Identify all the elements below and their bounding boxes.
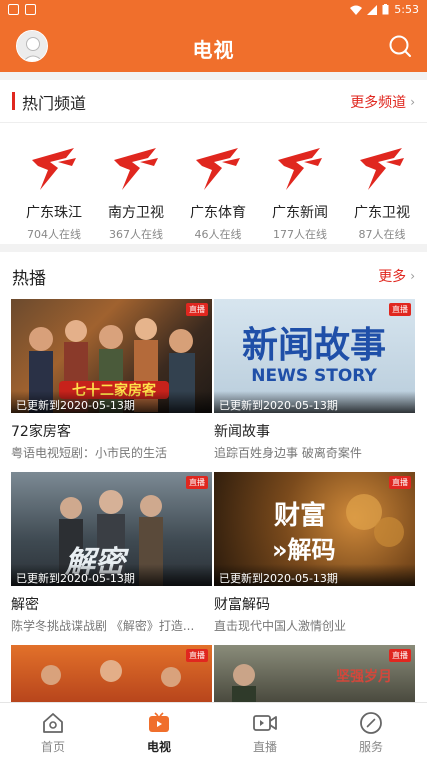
notification-icon <box>8 4 19 15</box>
more-label: 更多 <box>378 269 407 285</box>
channel-online-count: 704人在线 <box>27 228 81 241</box>
program-thumbnail: 直播 <box>11 645 212 702</box>
program-description: 粤语电视短剧：小市民的生活 <box>11 446 168 460</box>
more-link[interactable]: 更多 › <box>378 266 415 286</box>
program-title: 新闻故事 <box>214 424 270 440</box>
channel-name: 广东珠江 <box>26 205 82 221</box>
channel-list: 广东珠江 704人在线 南方卫视 367人在线 广东体育 46人在线 广东新闻 … <box>0 138 427 241</box>
status-time: 5:53 <box>394 3 419 16</box>
tab-services[interactable]: 服务 <box>318 703 424 760</box>
search-icon[interactable] <box>387 33 413 59</box>
divider <box>0 122 427 123</box>
program-thumbnail: 七十二家房客 直播 已更新到2020-05-13期 <box>11 299 212 413</box>
program-card[interactable]: 解密 直播 已更新到2020-05-13期 解密 陈学冬挑战谍战剧 《解密》打造… <box>11 472 212 634</box>
program-title: 解密 <box>11 597 39 613</box>
compass-icon <box>360 712 382 734</box>
section-header: 热门频道 更多频道 › <box>0 80 427 122</box>
wifi-icon <box>350 5 363 15</box>
svg-text:新闻故事: 新闻故事 <box>242 325 386 366</box>
app-bar: 电视 <box>0 20 427 72</box>
bottom-tab-bar: 首页 电视 直播 服务 <box>0 702 427 760</box>
home-icon <box>43 713 63 733</box>
channel-online-count: 87人在线 <box>358 228 406 241</box>
live-badge: 直播 <box>389 649 411 662</box>
program-title: 72家房客 <box>11 424 71 440</box>
tab-tv[interactable]: 电视 <box>106 703 212 760</box>
gdtv-logo-icon <box>278 148 322 190</box>
channel-item[interactable]: 广东珠江 704人在线 <box>12 138 96 242</box>
channel-online-count: 46人在线 <box>194 228 242 241</box>
program-description: 直击现代中国人激情创业 <box>214 619 347 633</box>
more-channels-link[interactable]: 更多频道 › <box>350 92 415 112</box>
program-thumbnail: 坚强岁月 直播 <box>214 645 415 702</box>
drama-poster-image: 坚强岁月 <box>232 664 392 702</box>
live-badge: 直播 <box>389 303 411 316</box>
program-title: 财富解码 <box>214 597 270 613</box>
channel-item[interactable]: 广东卫视 87人在线 <box>340 138 424 242</box>
gdtv-logo-icon <box>114 148 158 190</box>
chevron-right-icon: › <box>410 269 415 283</box>
tab-label: 服务 <box>358 740 383 754</box>
tab-home[interactable]: 首页 <box>0 703 106 760</box>
live-badge: 直播 <box>389 476 411 489</box>
svg-text:»解码: »解码 <box>272 536 336 564</box>
section-title: 热播 <box>12 269 46 289</box>
live-badge: 直播 <box>186 649 208 662</box>
notification-icon <box>25 4 36 15</box>
program-card[interactable]: 七十二家房客 直播 已更新到2020-05-13期 72家房客 粤语电视短剧：小… <box>11 299 212 461</box>
update-status: 已更新到2020-05-13期 <box>214 391 415 413</box>
program-description: 追踪百姓身边事 破离奇案件 <box>214 446 362 460</box>
program-description: 陈学冬挑战谍战剧 《解密》打造... <box>11 619 195 633</box>
channel-item[interactable]: 广东体育 46人在线 <box>176 138 260 242</box>
program-card[interactable]: 新闻故事 NEWS STORY 直播 已更新到2020-05-13期 新闻故事 … <box>214 299 415 461</box>
program-thumbnail: 解密 直播 已更新到2020-05-13期 <box>11 472 212 586</box>
svg-text:坚强岁月: 坚强岁月 <box>336 668 392 685</box>
channel-name: 广东卫视 <box>354 205 410 221</box>
section-title: 热门频道 <box>22 94 87 113</box>
svg-text:财富: 财富 <box>274 500 326 531</box>
live-badge: 直播 <box>186 303 208 316</box>
channel-name: 南方卫视 <box>108 205 164 221</box>
program-thumbnail: 财富 »解码 直播 已更新到2020-05-13期 <box>214 472 415 586</box>
svg-text:NEWS STORY: NEWS STORY <box>251 366 377 386</box>
tab-label: 首页 <box>40 740 65 754</box>
more-channels-label: 更多频道 <box>350 95 407 111</box>
channel-name: 广东新闻 <box>272 205 328 221</box>
signal-icon <box>367 4 378 15</box>
tab-live[interactable]: 直播 <box>212 703 318 760</box>
channel-item[interactable]: 广东新闻 177人在线 <box>258 138 342 242</box>
gdtv-logo-icon <box>196 148 240 190</box>
page-title: 电视 <box>192 38 235 62</box>
live-badge: 直播 <box>186 476 208 489</box>
tab-label: 电视 <box>146 740 171 754</box>
hot-play-section: 热播 更多 › 七十二家房客 直播 已更新到2020-05-13期 72家房客 … <box>0 252 427 702</box>
channel-online-count: 367人在线 <box>109 228 163 241</box>
chevron-right-icon: › <box>410 95 415 109</box>
update-status: 已更新到2020-05-13期 <box>11 391 212 413</box>
program-thumbnail: 新闻故事 NEWS STORY 直播 已更新到2020-05-13期 <box>214 299 415 413</box>
hot-channels-section: 热门频道 更多频道 › 广东珠江 704人在线 南方卫视 367人在线 广东体育… <box>0 80 427 244</box>
update-status: 已更新到2020-05-13期 <box>214 564 415 586</box>
channel-item[interactable]: 南方卫视 367人在线 <box>94 138 178 242</box>
gdtv-logo-icon <box>32 148 76 190</box>
tab-label: 直播 <box>252 740 277 754</box>
status-bar: 5:53 <box>0 0 427 20</box>
update-status: 已更新到2020-05-13期 <box>11 564 212 586</box>
program-card[interactable]: 直播 <box>11 645 212 702</box>
program-card[interactable]: 坚强岁月 直播 <box>214 645 415 702</box>
program-card[interactable]: 财富 »解码 直播 已更新到2020-05-13期 财富解码 直击现代中国人激情… <box>214 472 415 634</box>
live-icon <box>253 715 277 731</box>
section-marker <box>12 92 15 110</box>
channel-online-count: 177人在线 <box>273 228 327 241</box>
tv-icon <box>149 712 169 732</box>
gdtv-logo-icon <box>360 148 404 190</box>
channel-name: 广东体育 <box>190 205 246 221</box>
battery-icon <box>382 4 389 15</box>
drama-poster-image <box>41 660 181 687</box>
